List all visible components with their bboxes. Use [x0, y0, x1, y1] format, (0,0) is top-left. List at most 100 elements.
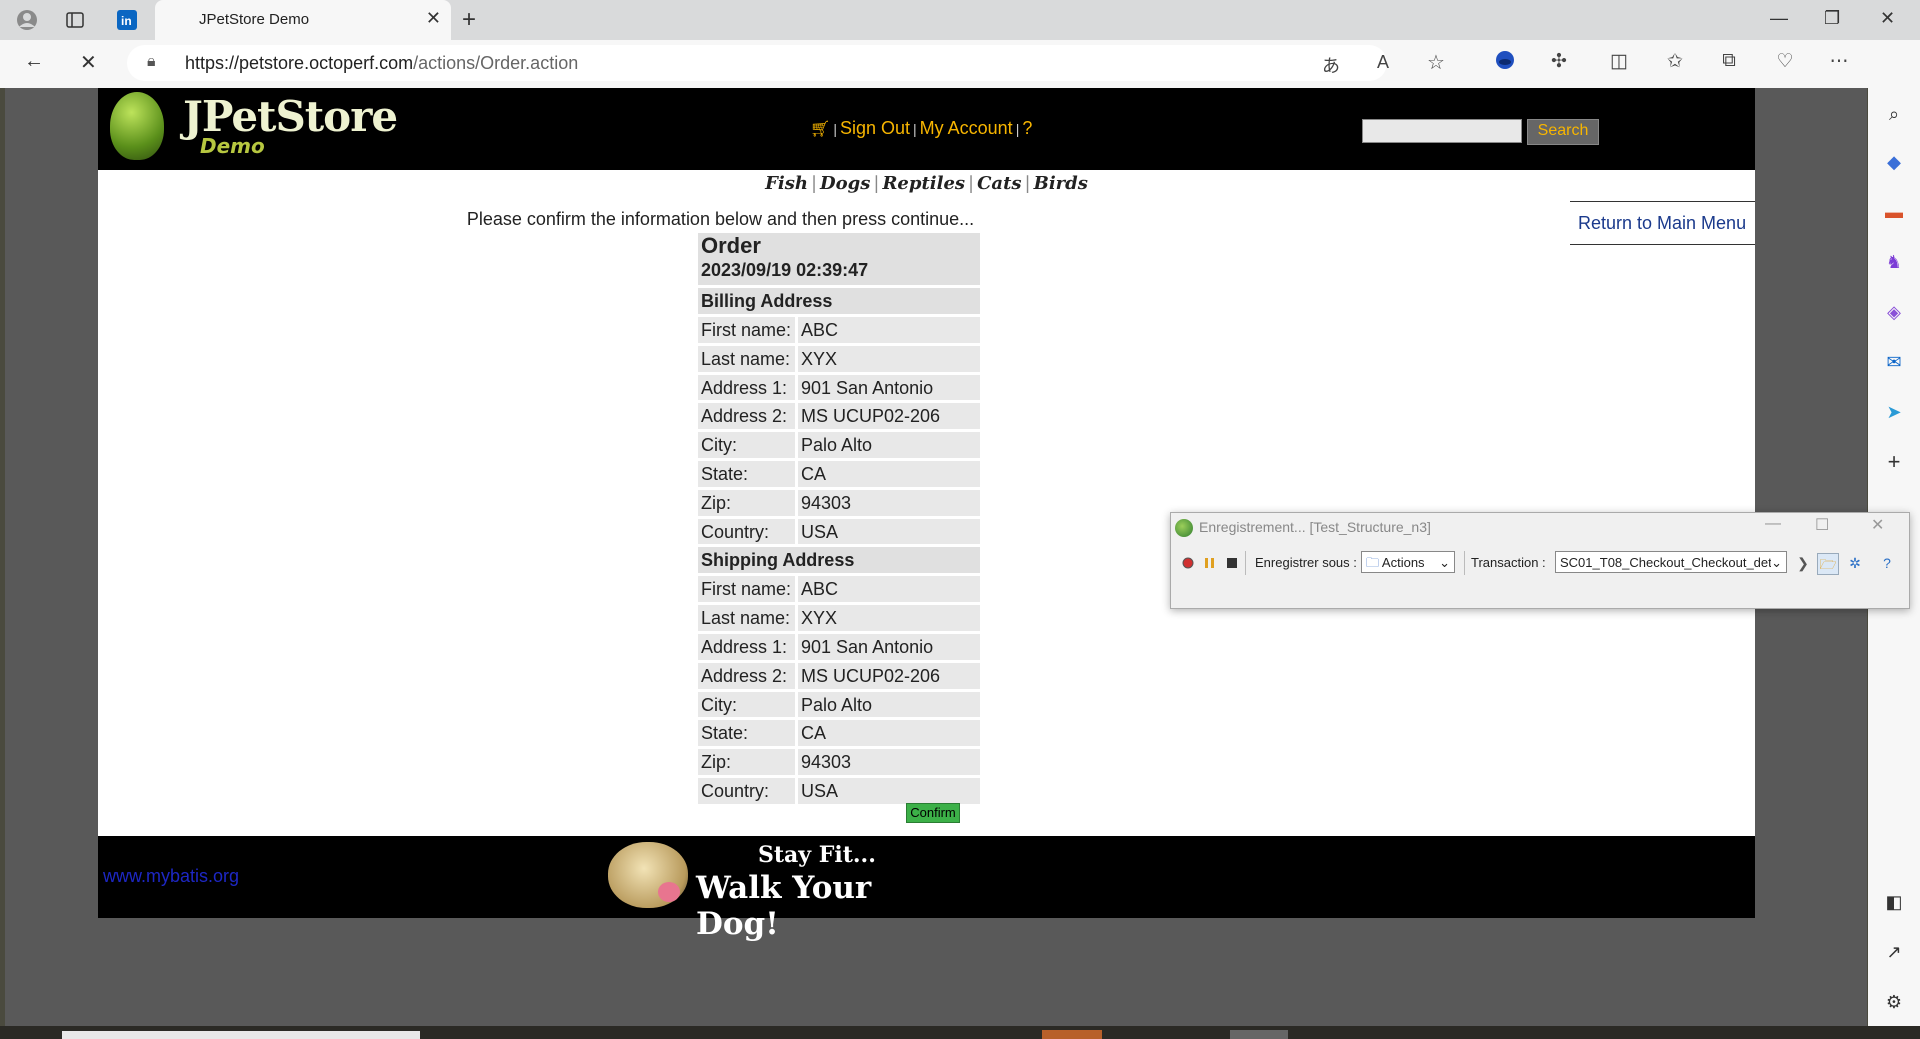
- help-icon[interactable]: ?: [1877, 553, 1897, 573]
- search-icon[interactable]: ⌕: [1882, 102, 1906, 126]
- translate-icon[interactable]: あ: [1322, 52, 1340, 78]
- row-value: Palo Alto: [798, 432, 980, 458]
- tab-actions-icon[interactable]: [62, 8, 88, 32]
- record-icon[interactable]: [1181, 556, 1195, 570]
- tools-briefcase-icon[interactable]: ▬: [1882, 200, 1906, 224]
- taskbar-app-icon[interactable]: [1230, 1030, 1288, 1039]
- row-value: CA: [798, 720, 980, 747]
- taskbar-search-box[interactable]: [62, 1031, 420, 1039]
- transaction-label: Transaction :: [1471, 555, 1546, 570]
- table-row: First name: ABC: [698, 317, 980, 343]
- active-tab[interactable]: JPetStore Demo ✕: [155, 0, 451, 40]
- extensions-puzzle-icon[interactable]: ✣: [1546, 50, 1572, 73]
- recorder-minimize-icon[interactable]: —: [1765, 515, 1781, 533]
- recorder-toolbar: Enregistrer sous : 🗀︎ Actions ⌄ Transact…: [1171, 549, 1909, 579]
- new-tab-icon[interactable]: +: [462, 6, 476, 34]
- network-settings-icon[interactable]: ✲: [1845, 553, 1865, 573]
- row-value: MS UCUP02-206: [798, 403, 980, 430]
- transaction-select[interactable]: SC01_T08_Checkout_Checkout_deta ⌄: [1555, 551, 1787, 573]
- os-taskbar: [0, 1026, 1920, 1039]
- close-tab-icon[interactable]: ✕: [426, 8, 441, 29]
- restore-icon[interactable]: ❐: [1824, 8, 1840, 29]
- games-icon[interactable]: ♞: [1882, 250, 1906, 274]
- pause-icon[interactable]: [1203, 556, 1217, 570]
- category-fish[interactable]: Fish: [765, 173, 808, 194]
- confirm-button[interactable]: Confirm: [906, 803, 960, 823]
- billing-address-heading: Billing Address: [698, 288, 980, 314]
- row-label: Zip:: [698, 489, 795, 516]
- search-input[interactable]: [1362, 119, 1522, 143]
- close-window-icon[interactable]: ✕: [1880, 8, 1895, 29]
- return-main-menu-link[interactable]: Return to Main Menu: [1578, 213, 1746, 234]
- row-value: XYX: [798, 345, 980, 372]
- recorder-maximize-icon[interactable]: ☐: [1815, 515, 1829, 535]
- stop-icon[interactable]: [1225, 556, 1239, 570]
- next-arrow-icon[interactable]: ❯: [1793, 553, 1813, 573]
- row-label: Address 2:: [698, 662, 795, 689]
- recorder-close-icon[interactable]: ✕: [1871, 515, 1884, 535]
- minimize-icon[interactable]: —: [1770, 8, 1788, 29]
- add-sidebar-app-icon[interactable]: +: [1882, 450, 1906, 474]
- category-birds[interactable]: Birds: [1034, 173, 1088, 194]
- cart-icon[interactable]: 🛒︎: [810, 121, 830, 138]
- dog-tongue: [658, 882, 680, 902]
- chevron-down-icon: ⌄: [1439, 555, 1450, 570]
- microsoft-365-icon[interactable]: ◈: [1882, 300, 1906, 324]
- category-separator: |: [810, 173, 818, 194]
- linkedin-tab-icon[interactable]: in: [114, 8, 140, 32]
- split-screen-icon[interactable]: ◫: [1606, 50, 1632, 73]
- category-reptiles[interactable]: Reptiles: [882, 173, 965, 194]
- shopping-tag-icon[interactable]: ◆: [1882, 150, 1906, 174]
- profile-icon[interactable]: [14, 8, 40, 32]
- return-main-menu-box: Return to Main Menu: [1570, 201, 1755, 245]
- extension-blue-icon[interactable]: [1492, 50, 1518, 76]
- open-folder-icon[interactable]: 🗁︎: [1817, 553, 1839, 575]
- url-bar[interactable]: 🔒︎ https://petstore.octoperf.com/actions…: [127, 45, 1445, 81]
- drop-send-icon[interactable]: ➤: [1882, 400, 1906, 424]
- save-under-select[interactable]: 🗀︎ Actions ⌄: [1361, 551, 1455, 573]
- row-value: 901 San Antonio Road: [798, 374, 980, 424]
- row-value: USA: [798, 777, 980, 804]
- row-label: Address 1:: [698, 374, 795, 401]
- row-label: Address 2:: [698, 403, 795, 430]
- collections-icon[interactable]: ⧉: [1716, 50, 1742, 72]
- save-under-value: Actions: [1381, 555, 1425, 570]
- table-row: Address 2: MS UCUP02-206: [698, 662, 980, 689]
- table-row: Address 2: MS UCUP02-206: [698, 403, 980, 430]
- category-cats[interactable]: Cats: [977, 173, 1021, 194]
- table-row: Last name: XYX: [698, 605, 980, 631]
- recorder-title: Enregistrement... [Test_Structure_n3]: [1199, 519, 1431, 535]
- toolbar-separator: [1245, 551, 1246, 575]
- table-row: Address 1:901 San Antonio Road: [698, 633, 980, 683]
- mybatis-link[interactable]: www.mybatis.org: [103, 866, 239, 887]
- parrot-logo-icon[interactable]: [110, 92, 164, 160]
- hide-sidebar-icon[interactable]: ◧: [1882, 890, 1906, 914]
- my-account-link[interactable]: My Account: [920, 118, 1013, 138]
- more-menu-icon[interactable]: ⋯: [1826, 50, 1852, 73]
- favorite-star-icon[interactable]: ☆: [1427, 50, 1445, 75]
- read-aloud-icon[interactable]: A: [1377, 52, 1389, 73]
- sign-out-link[interactable]: Sign Out: [840, 118, 910, 138]
- row-label: State:: [698, 720, 795, 747]
- browser-essentials-icon[interactable]: ♡: [1772, 50, 1798, 73]
- taskbar-app-icon[interactable]: [1042, 1030, 1102, 1039]
- table-row: City: Palo Alto: [698, 432, 980, 458]
- category-dogs[interactable]: Dogs: [820, 173, 870, 194]
- row-label: City:: [698, 691, 795, 718]
- help-link[interactable]: ?: [1022, 118, 1032, 138]
- favorites-icon[interactable]: ✩: [1662, 50, 1688, 73]
- row-value: ABC: [798, 576, 980, 603]
- row-label: Country:: [698, 777, 795, 804]
- recorder-window: Enregistrement... [Test_Structure_n3] — …: [1170, 512, 1910, 609]
- recorder-logo-icon: [1175, 519, 1193, 537]
- open-external-icon[interactable]: ↗: [1882, 940, 1906, 964]
- url-host: https://petstore.octoperf.com: [185, 53, 414, 73]
- table-row: City: Palo Alto: [698, 691, 980, 718]
- walk-your-dog-banner[interactable]: Stay Fit... Walk Your Dog!: [608, 838, 938, 942]
- outlook-icon[interactable]: ✉: [1882, 350, 1906, 374]
- search-button[interactable]: Search: [1527, 119, 1599, 145]
- lock-icon[interactable]: 🔒︎: [147, 53, 156, 71]
- stop-loading-icon[interactable]: ✕: [80, 50, 97, 75]
- back-icon[interactable]: ←: [24, 50, 44, 73]
- settings-gear-icon[interactable]: ⚙: [1882, 990, 1906, 1014]
